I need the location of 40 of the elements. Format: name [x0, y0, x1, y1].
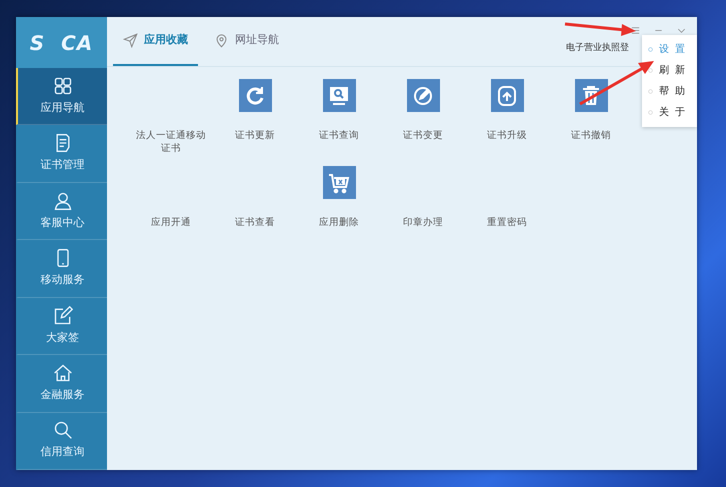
app-item[interactable]: 印章办理 [381, 166, 465, 243]
app-item[interactable]: 证书撤销 [549, 79, 633, 156]
menu-item[interactable]: 帮助 [642, 81, 697, 102]
sidebar-item[interactable]: 应用导航 [16, 68, 107, 126]
header-text: 电子营业执照登 [566, 42, 629, 55]
app-item[interactable]: 证书查询 [297, 79, 381, 156]
search-icon [52, 420, 72, 440]
logo: S CA [30, 30, 94, 56]
location-pin-icon [214, 33, 229, 48]
app-item[interactable]: 应用开通 [129, 166, 213, 243]
circle-icon [648, 45, 653, 54]
sidebar-item[interactable]: 信用查询 [16, 412, 107, 470]
menu-icon [630, 25, 641, 36]
sidebar-item[interactable]: 大家签 [16, 298, 107, 356]
app-item[interactable]: 证书变更 [381, 79, 465, 156]
sidebar-item[interactable]: 证书管理 [16, 125, 107, 183]
sidebar-item[interactable]: 移动服务 [16, 240, 107, 298]
app-item[interactable]: 证书升级 [465, 79, 549, 156]
sidebar-item[interactable]: 客服中心 [16, 182, 107, 240]
menu-item[interactable]: 设置 [642, 39, 697, 60]
circle-icon [648, 66, 653, 75]
sidebar-item[interactable]: 金融服务 [16, 355, 107, 413]
app-item[interactable]: 重置密码 [465, 166, 549, 243]
upload-icon [495, 84, 519, 108]
app-item[interactable]: 法人一证通移动证书 [129, 79, 213, 156]
send-icon [123, 33, 138, 48]
grid-icon [52, 76, 72, 96]
edit-icon [52, 306, 72, 326]
menu-item[interactable]: 关于 [642, 102, 697, 123]
circle-icon [648, 108, 653, 117]
annotation-arrow [564, 22, 636, 36]
house-icon [52, 363, 72, 384]
tab[interactable]: 网址导航 [204, 17, 289, 66]
menu-item[interactable]: 刷新 [642, 60, 697, 81]
app-item[interactable]: 应用删除 [297, 166, 381, 243]
app-item[interactable]: 证书更新 [213, 79, 297, 156]
app-item[interactable]: 证书查看 [213, 166, 297, 243]
tab[interactable]: 应用收藏 [113, 17, 198, 66]
circle-icon [648, 87, 653, 96]
person-icon [52, 190, 72, 211]
